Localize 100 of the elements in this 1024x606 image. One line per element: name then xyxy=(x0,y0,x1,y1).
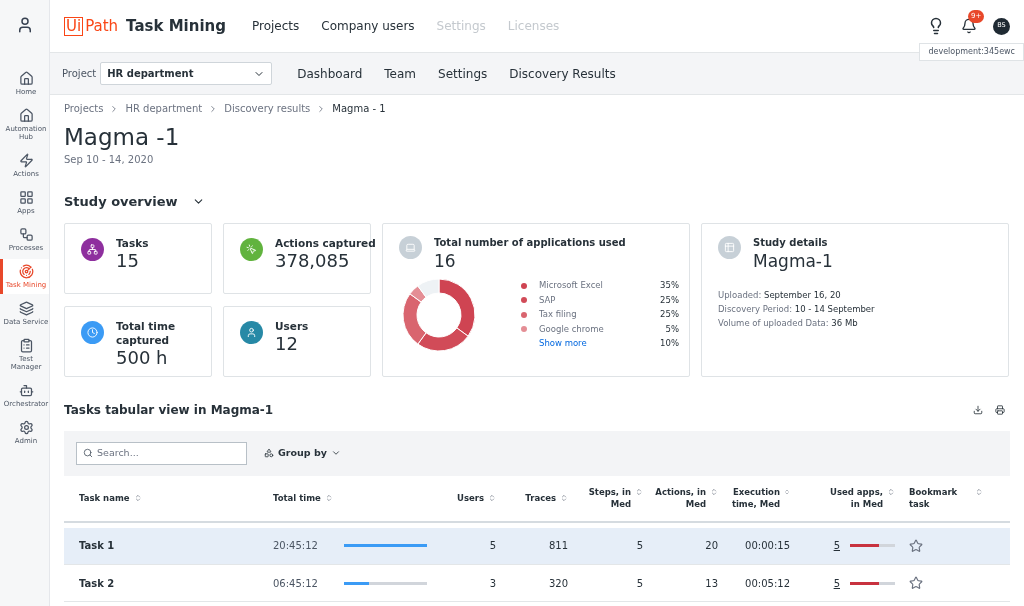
legend-value: 5% xyxy=(665,322,679,336)
column-header[interactable]: Task name xyxy=(64,475,273,522)
table-cell: 5 xyxy=(636,577,643,589)
stat-value: Magma-1 xyxy=(753,249,833,272)
breadcrumb-link[interactable]: HR department xyxy=(125,101,203,116)
breadcrumb-link[interactable]: Discovery results xyxy=(224,101,311,116)
apps-link[interactable]: 5 xyxy=(833,538,840,554)
breadcrumb-link[interactable]: Projects xyxy=(64,101,104,116)
stat-value: 15 xyxy=(116,249,140,272)
date-range: Sep 10 - 14, 2020 xyxy=(64,153,155,167)
table-cell: 00:00:15 xyxy=(745,540,790,552)
house-icon xyxy=(18,108,34,123)
sort-icon xyxy=(710,488,718,496)
stat-value: 378,085 xyxy=(275,249,351,272)
legend-value: 10% xyxy=(660,337,679,350)
table-cell: 00:05:12 xyxy=(745,577,790,589)
chevron-icon xyxy=(330,448,341,458)
logo-mark: Ui xyxy=(64,16,84,36)
table-cell: 320 xyxy=(548,577,568,589)
stat-label: Total time captured xyxy=(116,318,177,347)
apps-link[interactable]: 5 xyxy=(833,575,840,591)
column-header[interactable]: Traces xyxy=(496,475,568,522)
sort-icon xyxy=(784,488,790,496)
apps-bar xyxy=(850,581,895,585)
table-cell: 5 xyxy=(489,540,496,552)
grid-icon xyxy=(18,190,34,205)
logo-text: Path xyxy=(85,15,119,37)
sort-icon xyxy=(324,494,333,502)
stat-label: Study details xyxy=(753,235,829,250)
project-select[interactable]: HR department xyxy=(100,62,273,85)
column-header[interactable]: Total time xyxy=(273,475,445,522)
table-icon xyxy=(718,235,741,259)
legend-value: 35% xyxy=(660,279,679,292)
stat-value: 16 xyxy=(434,249,457,272)
legend-label: Google chrome xyxy=(539,322,604,336)
column-header[interactable]: Actions, in Med xyxy=(643,475,718,522)
print-icon[interactable] xyxy=(995,404,1005,415)
nav-link[interactable]: Company users xyxy=(321,17,415,35)
task-name: Task 1 xyxy=(79,540,115,552)
search-icon xyxy=(83,448,93,458)
sort-icon xyxy=(975,488,983,496)
section-heading: Study overview xyxy=(64,193,178,211)
sort-icon xyxy=(133,494,142,502)
column-header[interactable]: Steps, in Med xyxy=(568,475,643,522)
sort-icon xyxy=(635,488,643,496)
project-label: Project xyxy=(62,67,97,81)
robot-icon xyxy=(18,383,34,398)
tab[interactable]: Discovery Results xyxy=(509,62,616,85)
stat-value: 12 xyxy=(275,332,299,355)
page-title: Magma -1 xyxy=(64,123,181,152)
detail-line: Volume of uploaded Data: 36 Mb xyxy=(718,316,859,330)
star-icon[interactable] xyxy=(909,576,923,590)
show-more-link[interactable]: Show more xyxy=(539,337,587,350)
legend-label: Tax filing xyxy=(539,308,577,321)
column-header[interactable]: Users xyxy=(445,475,496,522)
column-header[interactable]: Bookmark task xyxy=(895,475,1010,522)
table-row[interactable]: Task 2 06:45:12 3 320 5 13 00:05:12 5 xyxy=(64,564,1010,602)
column-header[interactable]: Used apps, in Med xyxy=(790,475,895,522)
stat-label: Total number of applications used xyxy=(434,235,626,250)
task-name: Task 2 xyxy=(79,577,115,589)
table-cell: 3 xyxy=(489,577,496,589)
shapes-icon xyxy=(264,448,274,458)
table-cell: 13 xyxy=(705,577,718,589)
stat-value: 500 h xyxy=(116,346,169,369)
table-cell-text: 06:45:12 xyxy=(273,576,319,591)
group-by-button[interactable]: Group by xyxy=(264,445,341,461)
sort-icon xyxy=(887,488,895,496)
table-cell: 20 xyxy=(705,540,718,552)
table-cell: 5 xyxy=(636,540,643,552)
layers-icon xyxy=(18,301,34,316)
radar-icon xyxy=(18,264,34,279)
home-icon xyxy=(18,71,34,86)
legend-value: 25% xyxy=(660,308,679,321)
gear-icon xyxy=(18,420,34,435)
search-input[interactable]: Search... xyxy=(97,445,237,461)
stat-label: Users xyxy=(275,318,310,333)
column-header[interactable]: Execution time, Med xyxy=(718,475,790,522)
tab[interactable]: Team xyxy=(384,62,417,85)
star-icon[interactable] xyxy=(909,538,923,553)
search-field[interactable]: Search... xyxy=(76,441,247,465)
breadcrumb-link[interactable]: Magma - 1 xyxy=(332,101,386,116)
table-cell-text: 20:45:12 xyxy=(273,539,319,554)
legend-label: Microsoft Excel xyxy=(539,279,603,292)
stat-label: Actions captured xyxy=(275,235,377,250)
flow-icon xyxy=(18,227,34,242)
clipboard-icon xyxy=(18,338,34,353)
tab[interactable]: Dashboard xyxy=(297,62,363,85)
download-icon[interactable] xyxy=(973,404,983,415)
bolt-icon xyxy=(18,153,34,168)
nav-link[interactable]: Projects xyxy=(251,17,300,35)
table-cell: 811 xyxy=(548,540,568,552)
bell-icon[interactable] xyxy=(961,18,977,34)
tab[interactable]: Settings xyxy=(438,62,488,85)
sort-icon xyxy=(560,494,568,502)
legend-label: SAP xyxy=(539,293,556,307)
stat-label: Tasks xyxy=(116,235,150,250)
apps-bar xyxy=(850,544,895,548)
laptop-icon xyxy=(399,235,422,259)
detail-line: Discovery Period: 10 - 14 September xyxy=(718,302,876,316)
tooltip: development:345ewc xyxy=(919,43,1024,61)
